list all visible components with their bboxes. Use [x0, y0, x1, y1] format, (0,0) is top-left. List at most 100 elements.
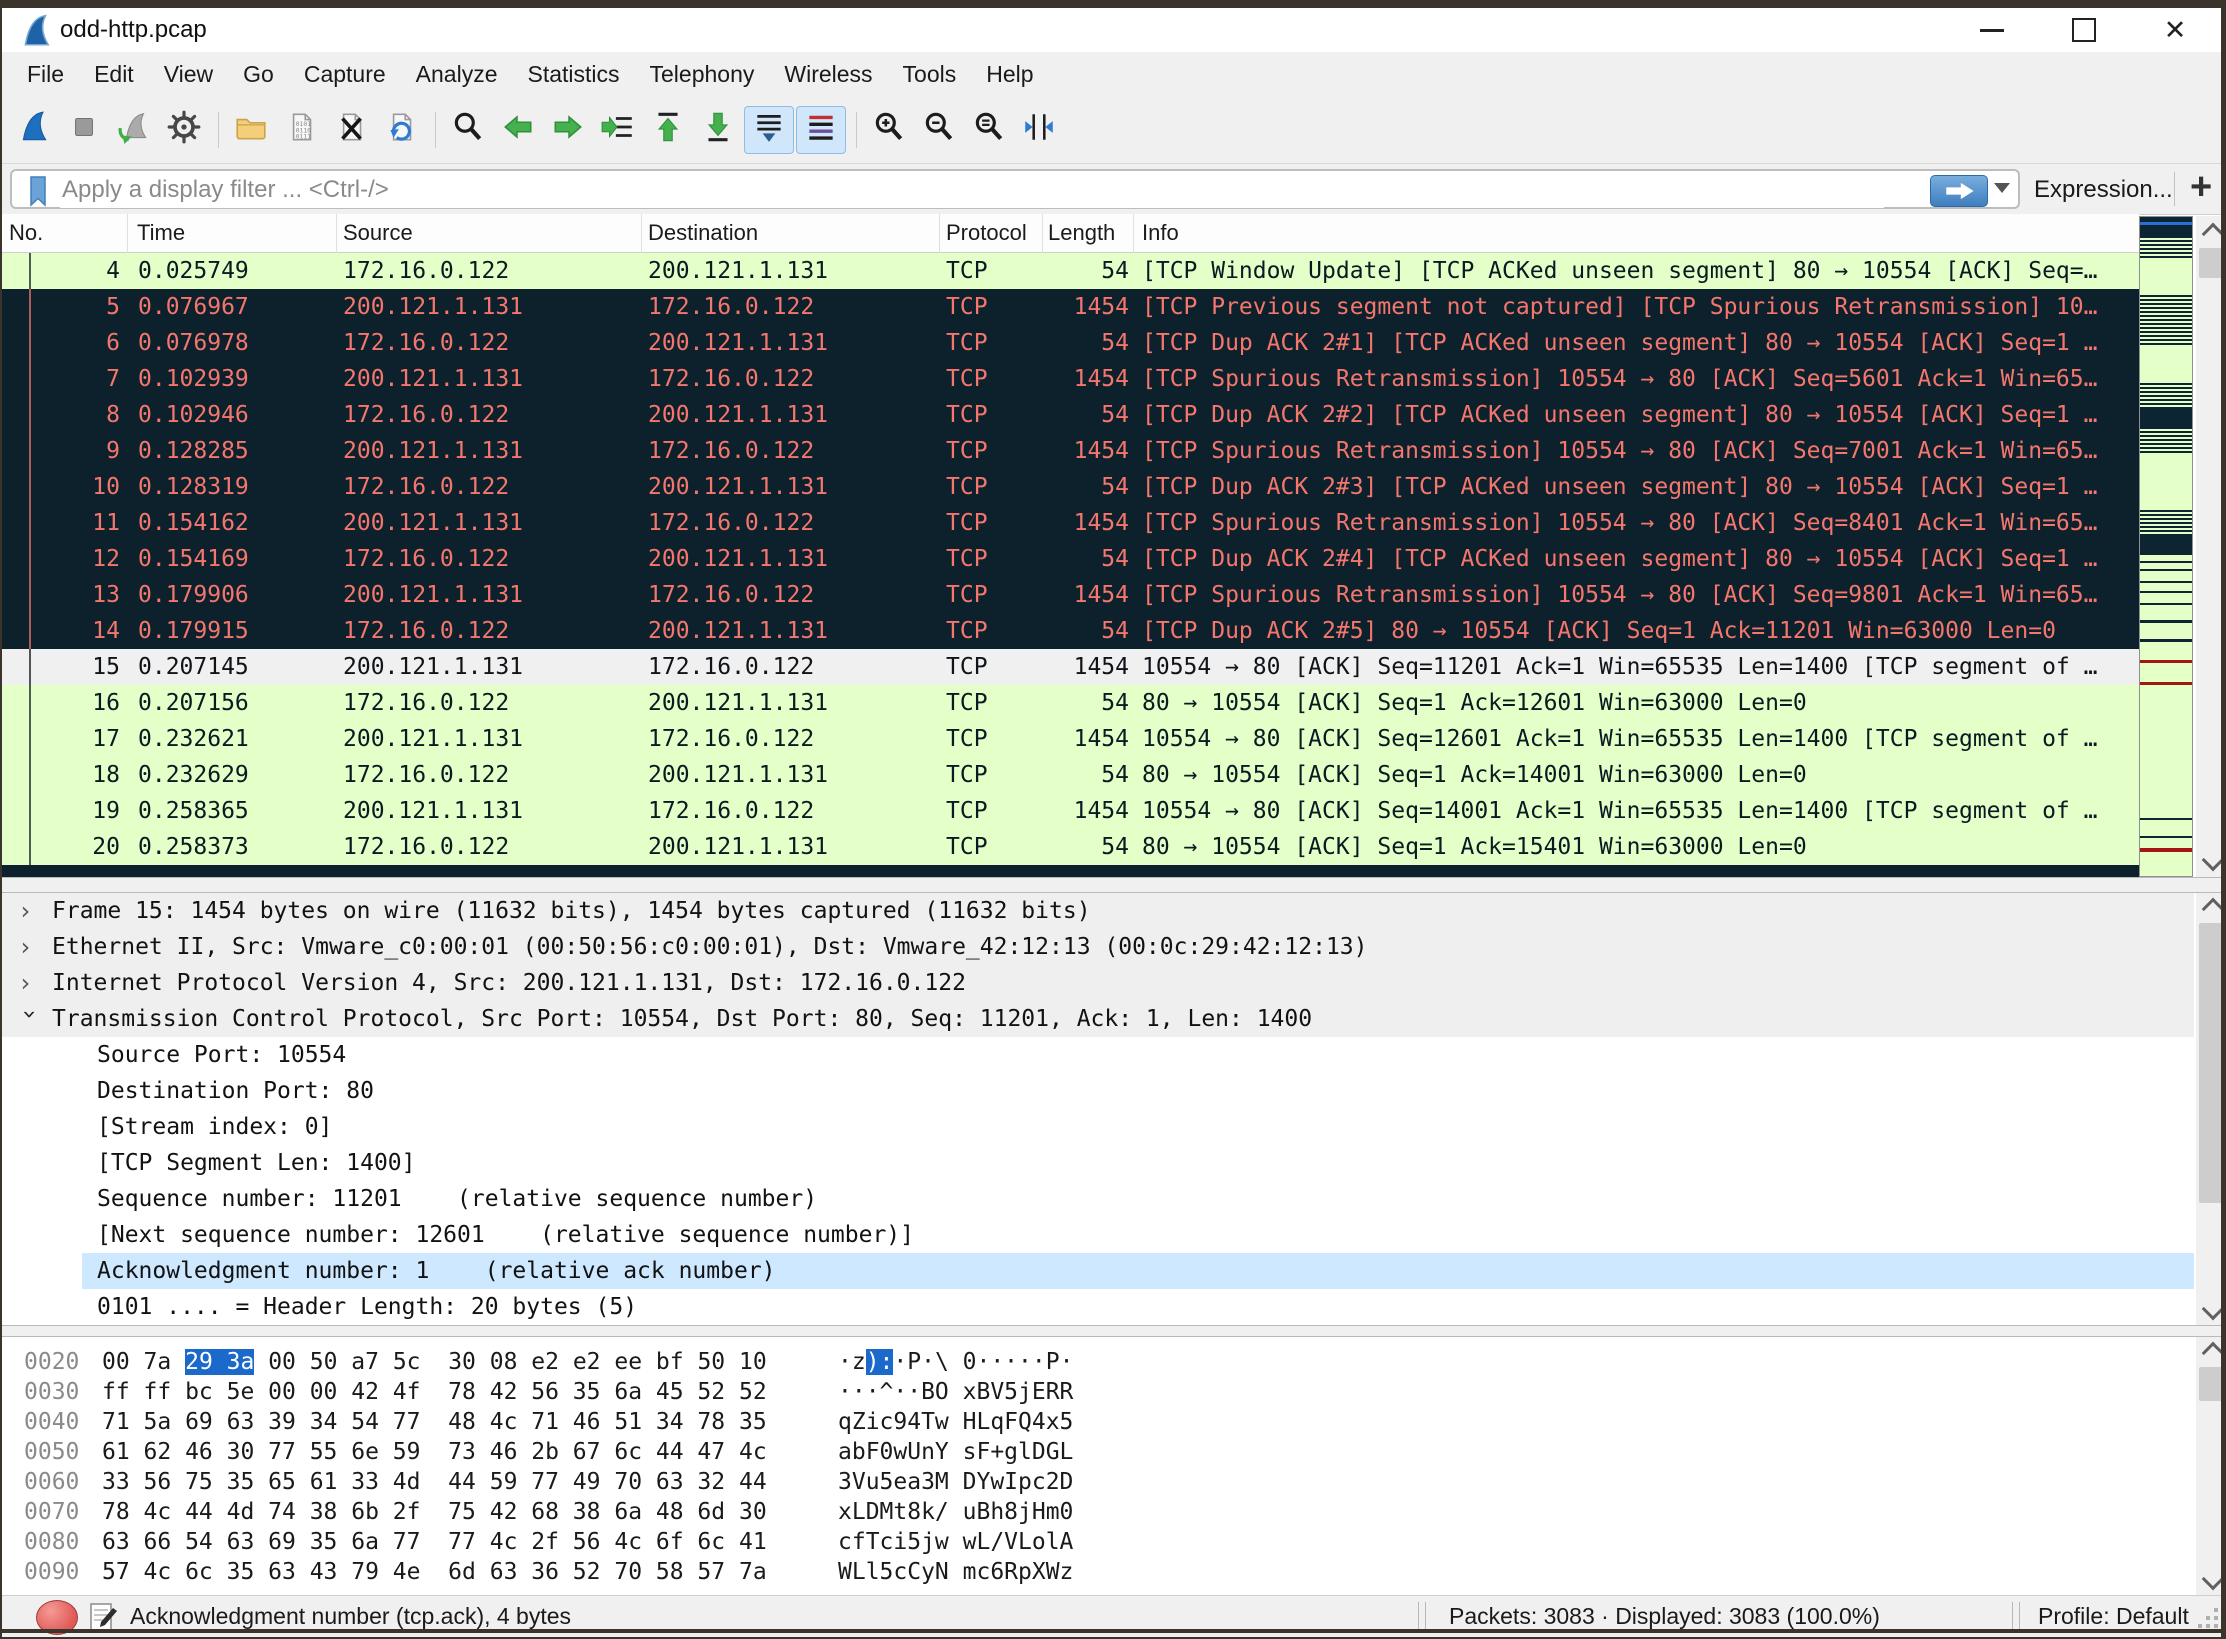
zoom-100-button[interactable] — [965, 107, 1013, 153]
hex-bytes[interactable]: 61 62 46 30 77 55 6e 59 73 46 2b 67 6c 4… — [102, 1437, 767, 1467]
packet-row-5[interactable]: 50.076967200.121.1.131172.16.0.122TCP145… — [2, 289, 2139, 325]
packet-row-10[interactable]: 100.128319172.16.0.122200.121.1.131TCP54… — [2, 469, 2139, 505]
column-header-source[interactable]: Source — [343, 220, 413, 246]
column-header-protocol[interactable]: Protocol — [946, 220, 1027, 246]
colorize-button[interactable] — [796, 106, 846, 154]
bookmark-icon[interactable] — [24, 174, 52, 213]
packet-row-4[interactable]: 40.025749172.16.0.122200.121.1.131TCP54[… — [2, 253, 2139, 289]
column-separator[interactable] — [1042, 214, 1043, 253]
hex-ascii[interactable]: cfTci5jw wL/VLolA — [838, 1527, 1073, 1557]
menu-item-file[interactable]: File — [12, 55, 79, 94]
hex-ascii[interactable]: WLl5cCyN mc6RpXWz — [838, 1557, 1073, 1587]
hex-bytes[interactable]: 00 7a 29 3a 00 50 a7 5c 30 08 e2 e2 ee b… — [102, 1347, 767, 1377]
detail-line[interactable]: 0101 .... = Header Length: 20 bytes (5) — [2, 1289, 2194, 1325]
menu-item-go[interactable]: Go — [228, 55, 289, 94]
zoom-out-button[interactable] — [915, 107, 963, 153]
hex-scroll-thumb[interactable] — [2199, 1367, 2223, 1401]
find-packet-button[interactable] — [444, 107, 492, 153]
capture-options-button[interactable] — [160, 107, 208, 153]
packet-row-7[interactable]: 70.102939200.121.1.131172.16.0.122TCP145… — [2, 361, 2139, 397]
packet-row-9[interactable]: 90.128285200.121.1.131172.16.0.122TCP145… — [2, 433, 2139, 469]
hex-row[interactable]: 006033 56 75 35 65 61 33 4d 44 59 77 49 … — [2, 1467, 2194, 1497]
hex-bytes[interactable]: 78 4c 44 4d 74 38 6b 2f 75 42 68 38 6a 4… — [102, 1497, 767, 1527]
column-header-length[interactable]: Length — [1048, 220, 1115, 246]
hex-bytes[interactable]: ff ff bc 5e 00 00 42 4f 78 42 56 35 6a 4… — [102, 1377, 767, 1407]
packet-list-scroll-thumb[interactable] — [2199, 248, 2223, 278]
column-header-time[interactable]: Time — [137, 220, 185, 246]
hex-ascii[interactable]: xLDMt8k/ uBh8jHm0 — [838, 1497, 1073, 1527]
save-file-button[interactable]: 010101100111 — [277, 107, 325, 153]
menu-item-telephony[interactable]: Telephony — [635, 55, 770, 94]
detail-line[interactable]: ›Transmission Control Protocol, Src Port… — [2, 1001, 2194, 1037]
column-separator[interactable] — [127, 214, 128, 253]
packet-row-14[interactable]: 140.179915172.16.0.122200.121.1.131TCP54… — [2, 613, 2139, 649]
minimize-button[interactable] — [1946, 8, 2038, 52]
go-forward-button[interactable] — [544, 107, 592, 153]
packet-row-17[interactable]: 170.232621200.121.1.131172.16.0.122TCP14… — [2, 721, 2139, 757]
go-to-packet-button[interactable] — [594, 107, 642, 153]
expression-button[interactable]: Expression... — [2034, 176, 2173, 204]
restart-capture-button[interactable] — [110, 107, 158, 153]
detail-line[interactable]: Source Port: 10554 — [2, 1037, 2194, 1073]
go-last-button[interactable] — [694, 107, 742, 153]
packet-row-6[interactable]: 60.076978172.16.0.122200.121.1.131TCP54[… — [2, 325, 2139, 361]
packet-row-16[interactable]: 160.207156172.16.0.122200.121.1.131TCP54… — [2, 685, 2139, 721]
hex-ascii[interactable]: ·z):·P·\ 0·····P· — [838, 1347, 1073, 1377]
detail-scroll-thumb[interactable] — [2199, 923, 2223, 1203]
hex-row[interactable]: 004071 5a 69 63 39 34 54 77 48 4c 71 46 … — [2, 1407, 2194, 1437]
detail-line[interactable]: ›Internet Protocol Version 4, Src: 200.1… — [2, 965, 2194, 1001]
add-filter-button[interactable]: + — [2190, 166, 2212, 209]
chevron-right-icon[interactable]: › — [18, 929, 42, 965]
resize-grip[interactable] — [2198, 1608, 2220, 1630]
packet-row-8[interactable]: 80.102946172.16.0.122200.121.1.131TCP54[… — [2, 397, 2139, 433]
column-separator[interactable] — [1133, 214, 1134, 253]
detail-line[interactable]: [Stream index: 0] — [2, 1109, 2194, 1145]
maximize-button[interactable] — [2038, 8, 2130, 52]
detail-line[interactable]: Sequence number: 11201 (relative sequenc… — [2, 1181, 2194, 1217]
menu-item-help[interactable]: Help — [971, 55, 1048, 94]
packet-row-11[interactable]: 110.154162200.121.1.131172.16.0.122TCP14… — [2, 505, 2139, 541]
pane-splitter-bottom[interactable] — [2, 1325, 2221, 1337]
column-header-info[interactable]: Info — [1142, 220, 1179, 246]
auto-scroll-button[interactable] — [744, 106, 794, 154]
menu-item-view[interactable]: View — [149, 55, 228, 94]
packet-row-12[interactable]: 120.154169172.16.0.122200.121.1.131TCP54… — [2, 541, 2139, 577]
column-separator[interactable] — [939, 214, 940, 253]
column-separator[interactable] — [336, 214, 337, 253]
apply-filter-button[interactable] — [1930, 175, 1988, 207]
menu-item-capture[interactable]: Capture — [289, 55, 401, 94]
detail-line[interactable]: Acknowledgment number: 1 (relative ack n… — [2, 1253, 2194, 1289]
open-file-button[interactable] — [227, 107, 275, 153]
packet-row-18[interactable]: 180.232629172.16.0.122200.121.1.131TCP54… — [2, 757, 2139, 793]
hex-row[interactable]: 008063 66 54 63 69 35 6a 77 77 4c 2f 56 … — [2, 1527, 2194, 1557]
filter-dropdown-caret[interactable] — [1994, 183, 2010, 193]
menu-item-analyze[interactable]: Analyze — [401, 55, 513, 94]
start-capture-button[interactable] — [10, 107, 58, 153]
hex-row[interactable]: 002000 7a 29 3a 00 50 a7 5c 30 08 e2 e2 … — [2, 1347, 2194, 1377]
hex-ascii[interactable]: ···^··BO xBV5jERR — [838, 1377, 1073, 1407]
column-separator[interactable] — [641, 214, 642, 253]
menu-item-wireless[interactable]: Wireless — [769, 55, 887, 94]
go-back-button[interactable] — [494, 107, 542, 153]
chevron-right-icon[interactable]: › — [18, 965, 42, 1001]
display-filter-input[interactable] — [60, 172, 1884, 208]
resize-columns-button[interactable] — [1015, 107, 1063, 153]
chevron-down-icon[interactable]: › — [12, 1007, 48, 1031]
hex-bytes[interactable]: 63 66 54 63 69 35 6a 77 77 4c 2f 56 4c 6… — [102, 1527, 767, 1557]
reload-file-button[interactable] — [377, 107, 425, 153]
packet-list-minimap[interactable] — [2139, 216, 2193, 877]
packet-row-partial[interactable] — [2, 865, 2139, 877]
detail-line[interactable]: [Next sequence number: 12601 (relative s… — [2, 1217, 2194, 1253]
packet-row-13[interactable]: 130.179906200.121.1.131172.16.0.122TCP14… — [2, 577, 2139, 613]
go-first-button[interactable] — [644, 107, 692, 153]
hex-row[interactable]: 007078 4c 44 4d 74 38 6b 2f 75 42 68 38 … — [2, 1497, 2194, 1527]
close-button[interactable]: ✕ — [2129, 8, 2221, 52]
packet-list-scrollbar[interactable] — [2196, 216, 2221, 877]
hex-row[interactable]: 009057 4c 6c 35 63 43 79 4e 6d 63 36 52 … — [2, 1557, 2194, 1587]
packet-row-15[interactable]: 150.207145200.121.1.131172.16.0.122TCP14… — [2, 649, 2139, 685]
close-file-button[interactable] — [327, 107, 375, 153]
hex-bytes[interactable]: 33 56 75 35 65 61 33 4d 44 59 77 49 70 6… — [102, 1467, 767, 1497]
column-header-no[interactable]: No. — [9, 220, 43, 246]
packet-row-19[interactable]: 190.258365200.121.1.131172.16.0.122TCP14… — [2, 793, 2139, 829]
menu-item-statistics[interactable]: Statistics — [512, 55, 634, 94]
